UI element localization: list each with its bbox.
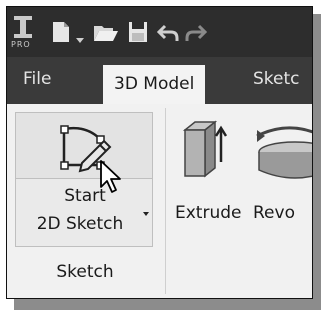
tab-file[interactable]: File [23,69,51,89]
tab-sketch[interactable]: Sketc [253,69,300,89]
app-logo-icon[interactable]: PRO [11,14,35,52]
ribbon-panel: Start 2D Sketch Sketch Extrude Revo [7,104,312,298]
start-2d-sketch-button[interactable]: Start 2D Sketch [15,179,153,247]
sketch-panel-label: Sketch [56,262,114,282]
start-2d-sketch-button-icon-area[interactable] [15,112,153,179]
start-label: Start [64,186,106,206]
revolve-button[interactable]: Revo [247,106,312,226]
dropdown-arrow-icon[interactable] [76,29,84,48]
revolve-icon [255,122,312,186]
new-document-icon[interactable] [51,20,71,48]
2d-sketch-label: 2D Sketch [36,214,124,234]
extrude-button[interactable]: Extrude [169,106,241,226]
tab-3d-model[interactable]: 3D Model [103,65,206,104]
mouse-pointer-icon [99,159,125,199]
extrude-label: Extrude [175,203,242,223]
extrude-icon [181,116,228,186]
revolve-label: Revo [253,203,295,223]
application-window: PRO File 3D Model Sketc Start 2D Sketch … [6,6,313,299]
undo-icon[interactable] [156,24,179,46]
save-icon[interactable] [128,21,148,47]
open-folder-icon[interactable] [93,23,119,47]
redo-icon[interactable] [185,24,208,46]
panel-divider [165,108,166,294]
logo-pro-text: PRO [11,40,31,49]
chevron-down-icon[interactable] [143,212,149,216]
ribbon-tab-bar: File 3D Model Sketc [7,57,312,104]
quick-access-toolbar: PRO [7,7,312,57]
